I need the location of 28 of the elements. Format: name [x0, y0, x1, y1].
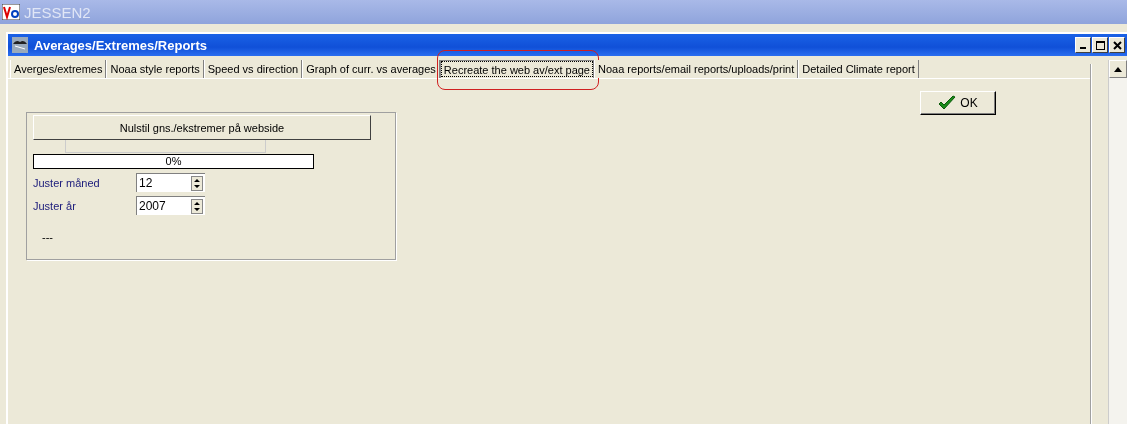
maximize-icon [1095, 40, 1105, 50]
tab[interactable]: Graph of curr. vs averages [302, 60, 440, 78]
reset-button[interactable]: Nulstil gns./ekstremer på webside [33, 115, 371, 140]
progress-reading: 0% [164, 155, 183, 167]
spinner-arrows-icon[interactable] [191, 198, 203, 214]
maximize-button[interactable] [1092, 37, 1108, 53]
spin-field[interactable]: 12 [136, 173, 205, 192]
spinner-arrows-icon[interactable] [191, 175, 203, 191]
tab[interactable]: Noaa style reports [106, 60, 204, 78]
checkmark-icon [938, 95, 957, 111]
status-text: --- [42, 231, 54, 243]
tab[interactable]: Averges/extremes [10, 60, 107, 78]
window-title: Averages/Extremes/Reports [34, 37, 207, 53]
close-button[interactable] [1109, 37, 1125, 53]
scroll-up-icon[interactable] [1114, 66, 1122, 72]
field-label: Juster måned [33, 176, 101, 189]
tab[interactable]: Recreate the web av/ext page [439, 60, 594, 78]
spin-field[interactable]: 2007 [136, 196, 205, 215]
tab[interactable]: Speed vs direction [203, 60, 303, 78]
ok-button[interactable]: OK [920, 91, 996, 115]
tab[interactable]: Detailed Climate report [798, 60, 919, 78]
vertical-scrollbar[interactable] [1108, 60, 1127, 424]
minimize-button[interactable] [1075, 37, 1091, 53]
close-icon [1112, 40, 1122, 50]
field-label: Juster år [33, 199, 77, 212]
tab[interactable]: Noaa reports/email reports/uploads/print [594, 60, 799, 78]
app-logo-icon [2, 4, 20, 20]
app-window-title: JESSEN2 [24, 3, 91, 21]
